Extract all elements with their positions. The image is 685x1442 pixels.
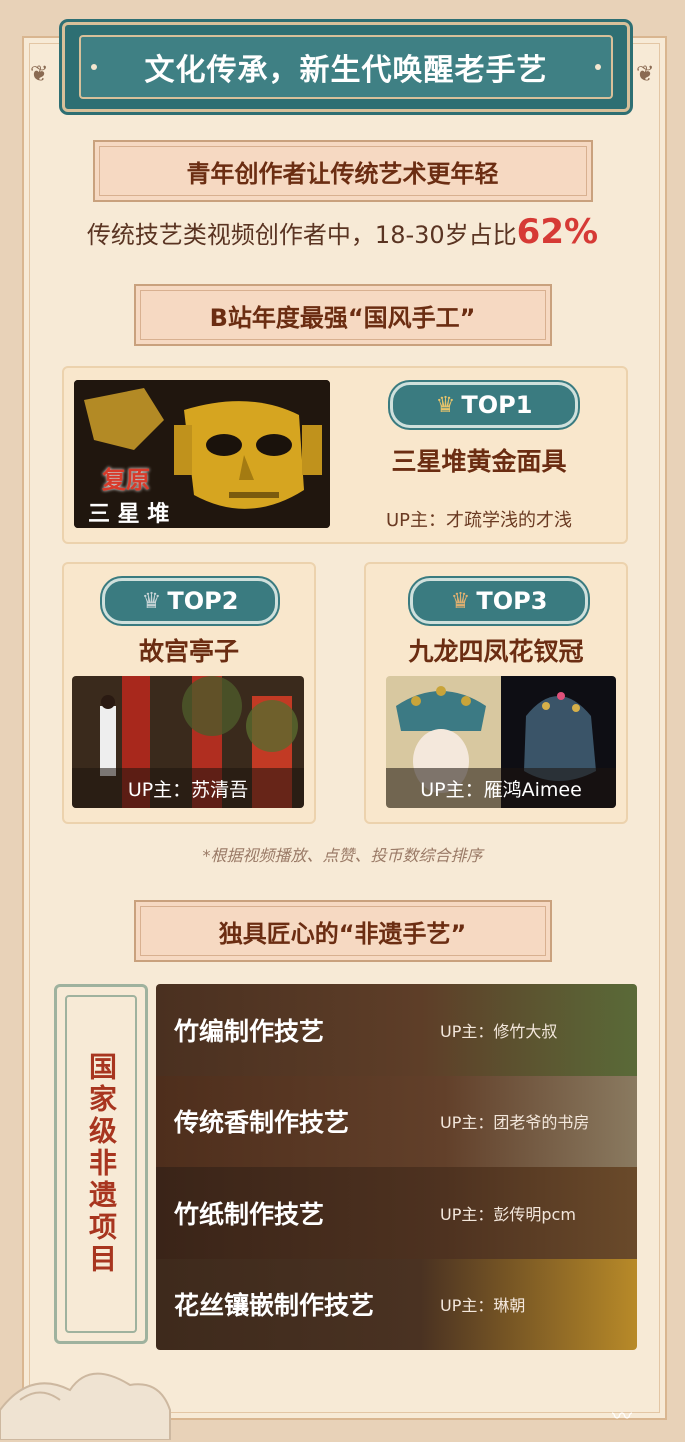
section-heading-text: B站年度最强“国风手工” [209, 303, 476, 332]
top3-thumbnail[interactable]: UP主：雁鸿Aimee [386, 676, 616, 808]
craft-row-filigree[interactable]: 花丝镶嵌制作技艺 UP主：琳朝 [156, 1258, 637, 1350]
crown-icon: ♛ [141, 588, 162, 614]
top2-card[interactable]: ♛ TOP2 故宫亭子 UP主：苏清吾 [62, 562, 316, 824]
ranking-note: *根据视频播放、点赞、投币数综合排序 [202, 846, 483, 865]
badge-label: TOP2 [167, 587, 239, 615]
stat-line: 传统技艺类视频创作者中，18-30岁占比62% [0, 212, 685, 252]
crown-icon: ♛ [450, 588, 471, 614]
top2-thumbnail[interactable]: UP主：苏清吾 [72, 676, 304, 808]
top3-title: 九龙四凤花钗冠 [408, 637, 584, 666]
craft-row-incense[interactable]: 传统香制作技艺 UP主：团老爷的书房 [156, 1075, 637, 1167]
craft-name: 竹纸制作技艺 [174, 1199, 325, 1229]
crown-icon: ♛ [435, 392, 456, 418]
vertical-label-text: 国家级非遗项目 [85, 1052, 118, 1276]
craft-uploader: UP主：修竹大叔 [440, 1021, 558, 1041]
section-heading-young-creators: 青年创作者让传统艺术更年轻 [92, 140, 593, 202]
badge-label: TOP3 [476, 587, 548, 615]
bird-icon: 〰 [612, 1404, 632, 1428]
page-title: 文化传承，新生代唤醒老手艺 [144, 53, 548, 88]
stat-value: 62% [516, 212, 599, 252]
corner-ornament-icon: ❦ [30, 62, 49, 87]
top1-badge: ♛ TOP1 [390, 382, 578, 428]
top3-card[interactable]: ♛ TOP3 九龙四凤花钗冠 UP主：雁鸿Aimee [364, 562, 628, 824]
thumbnail-caption-restore: 复原 [102, 466, 150, 494]
section-heading-guofeng: B站年度最强“国风手工” [133, 284, 552, 346]
top1-title: 三星堆黄金面具 [391, 447, 567, 476]
stat-text: 传统技艺类视频创作者中，18-30岁占比 [86, 221, 517, 249]
thumbnail-caption-sanxingdui: 三 星 堆 [88, 502, 170, 527]
craft-list: 竹编制作技艺 UP主：修竹大叔 传统香制作技艺 UP主：团老爷的书房 竹纸制作技… [156, 984, 637, 1350]
top1-card[interactable]: 复原 三 星 堆 ♛ TOP1 三星堆黄金面具 UP主：才疏学浅的才浅 [62, 366, 628, 544]
craft-uploader: UP主：琳朝 [440, 1296, 526, 1316]
top2-uploader: UP主：苏清吾 [72, 768, 304, 808]
corner-ornament-icon: ❦ [636, 62, 655, 87]
top2-title: 故宫亭子 [138, 637, 239, 666]
craft-uploader: UP主：团老爷的书房 [440, 1113, 590, 1133]
craft-row-bamboo-paper[interactable]: 竹纸制作技艺 UP主：彭传明pcm [156, 1167, 637, 1259]
cloud-ornament-icon [0, 1372, 171, 1440]
craft-name: 竹编制作技艺 [174, 1016, 325, 1046]
top3-uploader: UP主：雁鸿Aimee [386, 768, 616, 808]
badge-label: TOP1 [461, 391, 533, 419]
header-banner: 文化传承，新生代唤醒老手艺 [62, 22, 630, 112]
craft-uploader: UP主：彭传明pcm [440, 1204, 576, 1224]
top1-uploader[interactable]: UP主：才疏学浅的才浅 [354, 506, 604, 532]
top2-badge: ♛ TOP2 [102, 578, 278, 624]
top1-thumbnail[interactable]: 复原 三 星 堆 [74, 380, 330, 528]
craft-name: 花丝镶嵌制作技艺 [174, 1291, 375, 1321]
craft-row-bamboo-weaving[interactable]: 竹编制作技艺 UP主：修竹大叔 [156, 984, 637, 1076]
section-heading-text: 青年创作者让传统艺术更年轻 [186, 159, 499, 188]
craft-name: 传统香制作技艺 [174, 1108, 350, 1138]
section-heading-text: 独具匠心的“非遗手艺” [218, 919, 467, 948]
section-heading-heritage: 独具匠心的“非遗手艺” [133, 900, 552, 962]
top3-badge: ♛ TOP3 [410, 578, 588, 624]
